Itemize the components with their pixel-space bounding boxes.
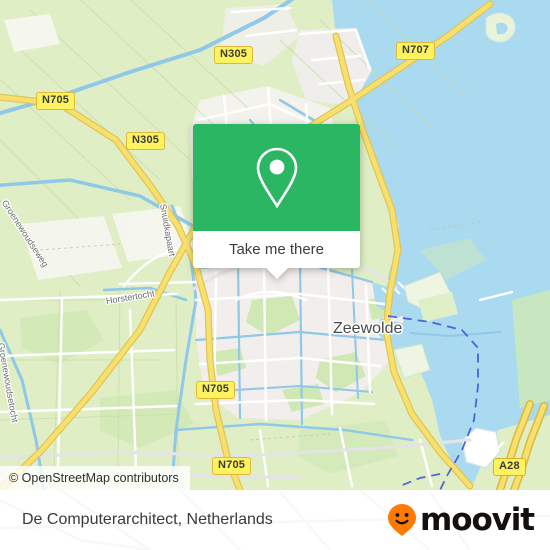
map-screenshot-root: N705 N305 N305 N707 N705 N705 A28 Zeewolde Gro… — [0, 0, 550, 550]
road-shield-n705: N705 — [36, 92, 76, 110]
moovit-wordmark: moovit — [420, 501, 535, 538]
map-canvas[interactable]: N705 N305 N305 N707 N705 N705 A28 Zeewolde Gro… — [0, 0, 550, 490]
road-shield-n705: N705 — [212, 457, 252, 475]
road-shield-a28: A28 — [493, 458, 526, 476]
road-shield-n305: N305 — [126, 132, 166, 150]
take-me-there-label: Take me there — [228, 241, 325, 258]
location-popup[interactable]: Take me there — [193, 124, 360, 279]
map-pin-icon — [256, 147, 297, 209]
footer-bar: De Computerarchitect, Netherlands moovit — [0, 490, 550, 550]
moovit-brand[interactable]: moovit — [387, 501, 535, 538]
popup-footer[interactable]: Take me there — [193, 231, 360, 268]
popup-header — [193, 124, 360, 231]
location-title: De Computerarchitect, Netherlands — [22, 511, 273, 528]
moovit-smiling-pin-icon — [388, 504, 417, 536]
road-shield-n707: N707 — [396, 42, 436, 60]
place-label-zeewolde: Zeewolde — [333, 320, 403, 337]
road-shield-n305: N305 — [214, 46, 254, 64]
road-shield-n705: N705 — [196, 381, 236, 399]
osm-attribution-text: © OpenStreetMap contributors — [9, 471, 179, 485]
popup-pointer — [265, 268, 288, 279]
osm-attribution[interactable]: © OpenStreetMap contributors — [0, 466, 190, 490]
